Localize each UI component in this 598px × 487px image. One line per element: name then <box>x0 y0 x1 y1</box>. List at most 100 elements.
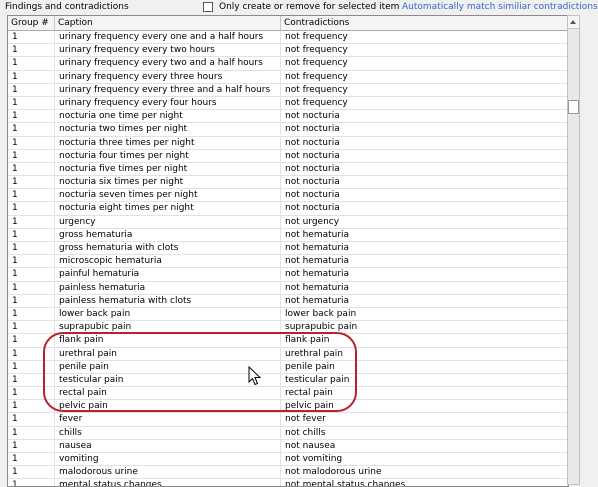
contradiction-cell[interactable]: not nocturia <box>281 110 568 122</box>
table-row[interactable]: 1 urinary frequency every four hours not f… <box>8 96 568 111</box>
table-row[interactable]: 1 fever not fever <box>8 413 568 427</box>
contradiction-cell[interactable]: not hematuria <box>281 255 568 267</box>
caption-cell[interactable]: nocturia two times per night <box>55 123 281 136</box>
group-cell[interactable]: 1 <box>8 479 55 486</box>
caption-cell[interactable]: urinary frequency every three hours <box>55 70 281 83</box>
table-row[interactable]: 1 flank pain flank pain <box>8 334 568 348</box>
group-cell[interactable]: 1 <box>8 83 55 96</box>
caption-cell[interactable]: malodorous urine <box>55 466 281 479</box>
caption-cell[interactable]: urinary frequency every four hours <box>55 96 281 109</box>
contradiction-cell[interactable]: not nocturia <box>281 123 568 135</box>
table-row[interactable]: 1 nocturia one time per night not nocturia <box>8 110 568 124</box>
table-row[interactable]: 1 vomiting not vomiting <box>8 453 568 467</box>
group-cell[interactable]: 1 <box>8 307 55 320</box>
group-cell[interactable]: 1 <box>8 57 55 70</box>
group-cell[interactable]: 1 <box>8 334 55 347</box>
contradiction-cell[interactable]: flank pain <box>281 334 568 346</box>
caption-cell[interactable]: urinary frequency every one and a half h… <box>55 31 281 43</box>
contradiction-cell[interactable]: urethral pain <box>281 348 568 360</box>
table-row[interactable]: 1 nocturia three times per night not noctu… <box>8 136 568 150</box>
caption-cell[interactable]: urinary frequency every two hours <box>55 44 281 57</box>
group-cell[interactable]: 1 <box>8 228 55 241</box>
caption-cell[interactable]: gross hematuria <box>55 228 281 241</box>
caption-cell[interactable]: nocturia three times per night <box>55 136 281 149</box>
group-cell[interactable]: 1 <box>8 149 55 162</box>
group-cell[interactable]: 1 <box>8 268 55 281</box>
group-cell[interactable]: 1 <box>8 255 55 268</box>
caption-cell[interactable]: urgency <box>55 215 281 228</box>
table-row[interactable]: 1 nocturia seven times per night not noctu… <box>8 189 568 203</box>
contradiction-cell[interactable]: penile pain <box>281 361 568 373</box>
caption-cell[interactable]: nocturia one time per night <box>55 110 281 123</box>
table-row[interactable]: 1 urinary frequency every one and a half … <box>8 31 568 45</box>
contradiction-cell[interactable]: not nocturia <box>281 202 568 214</box>
table-row[interactable]: 1 nocturia six times per night not nocturi… <box>8 176 568 190</box>
contradiction-cell[interactable]: not hematuria <box>281 268 568 280</box>
caption-cell[interactable]: gross hematuria with clots <box>55 242 281 254</box>
caption-cell[interactable]: pelvic pain <box>55 400 281 413</box>
vertical-scrollbar[interactable] <box>567 15 580 485</box>
table-row[interactable]: 1 testicular pain testicular pain <box>8 373 568 388</box>
group-cell[interactable]: 1 <box>8 439 55 452</box>
contradiction-cell[interactable]: not frequency <box>281 44 568 56</box>
caption-cell[interactable]: vomiting <box>55 453 281 465</box>
group-cell[interactable]: 1 <box>8 202 55 215</box>
table-row[interactable]: 1 nocturia four times per night not noctur… <box>8 149 568 163</box>
group-cell[interactable]: 1 <box>8 426 55 439</box>
scroll-thumb[interactable] <box>568 100 579 114</box>
contradiction-cell[interactable]: testicular pain <box>281 374 568 386</box>
caption-cell[interactable]: nocturia eight times per night <box>55 202 281 215</box>
scroll-up-arrow-icon[interactable] <box>568 16 579 29</box>
caption-cell[interactable]: suprapubic pain <box>55 321 281 334</box>
group-cell[interactable]: 1 <box>8 136 55 149</box>
contradiction-cell[interactable]: not hematuria <box>281 242 568 254</box>
table-row[interactable]: 1 painless hematuria with clots not hematu… <box>8 294 568 308</box>
group-cell[interactable]: 1 <box>8 44 55 57</box>
table-row[interactable]: 1 painless hematuria not hematuria <box>8 281 568 295</box>
table-row[interactable]: 1 nausea not nausea <box>8 439 568 453</box>
caption-cell[interactable]: nocturia five times per night <box>55 162 281 175</box>
group-cell[interactable]: 1 <box>8 347 55 360</box>
table-row[interactable]: 1 urinary frequency every three and a hal… <box>8 83 568 97</box>
table-row[interactable]: 1 nocturia eight times per night not noctu… <box>8 202 568 216</box>
caption-cell[interactable]: lower back pain <box>55 307 281 320</box>
caption-cell[interactable]: painless hematuria with clots <box>55 294 281 307</box>
contradiction-cell[interactable]: pelvic pain <box>281 400 568 412</box>
group-cell[interactable]: 1 <box>8 373 55 386</box>
table-row[interactable]: 1 pelvic pain pelvic pain <box>8 400 568 414</box>
group-cell[interactable]: 1 <box>8 189 55 202</box>
table-row[interactable]: 1 microscopic hematuria not hematuria <box>8 255 568 269</box>
group-cell[interactable]: 1 <box>8 215 55 228</box>
contradiction-cell[interactable]: not hematuria <box>281 282 568 294</box>
group-cell[interactable]: 1 <box>8 453 55 465</box>
group-cell[interactable]: 1 <box>8 110 55 123</box>
group-cell[interactable]: 1 <box>8 360 55 373</box>
only-selected-toggle[interactable]: Only create or remove for selected item <box>203 2 399 12</box>
table-row[interactable]: 1 urinary frequency every two and a half … <box>8 57 568 71</box>
table-row[interactable]: 1 urgency not urgency <box>8 215 568 229</box>
table-row[interactable]: 1 malodorous urine not malodorous urine <box>8 466 568 480</box>
group-cell[interactable]: 1 <box>8 466 55 479</box>
table-row[interactable]: 1 painful hematuria not hematuria <box>8 268 568 282</box>
caption-cell[interactable]: flank pain <box>55 334 281 347</box>
table-row[interactable]: 1 chills not chills <box>8 426 568 440</box>
contradiction-cell[interactable]: not nocturia <box>281 137 568 149</box>
group-cell[interactable]: 1 <box>8 162 55 175</box>
caption-cell[interactable]: nocturia four times per night <box>55 149 281 162</box>
contradiction-cell[interactable]: not chills <box>281 427 568 439</box>
contradiction-cell[interactable]: not hematuria <box>281 295 568 307</box>
auto-match-link[interactable]: Automatically match similiar contradicti… <box>402 2 598 12</box>
table-row[interactable]: 1 urethral pain urethral pain <box>8 347 568 361</box>
contradiction-cell[interactable]: not frequency <box>281 31 568 43</box>
caption-cell[interactable]: nocturia six times per night <box>55 176 281 189</box>
table-row[interactable]: 1 nocturia five times per night not noctur… <box>8 162 568 177</box>
table-row[interactable]: 1 urinary frequency every three hours not … <box>8 70 568 84</box>
table-row[interactable]: 1 penile pain penile pain <box>8 360 568 374</box>
group-cell[interactable]: 1 <box>8 123 55 136</box>
contradiction-cell[interactable]: not frequency <box>281 84 568 96</box>
table-row[interactable]: 1 rectal pain rectal pain <box>8 387 568 401</box>
caption-cell[interactable]: painless hematuria <box>55 281 281 294</box>
caption-cell[interactable]: rectal pain <box>55 387 281 400</box>
contradiction-cell[interactable]: not nocturia <box>281 150 568 162</box>
contradiction-cell[interactable]: not hematuria <box>281 229 568 241</box>
